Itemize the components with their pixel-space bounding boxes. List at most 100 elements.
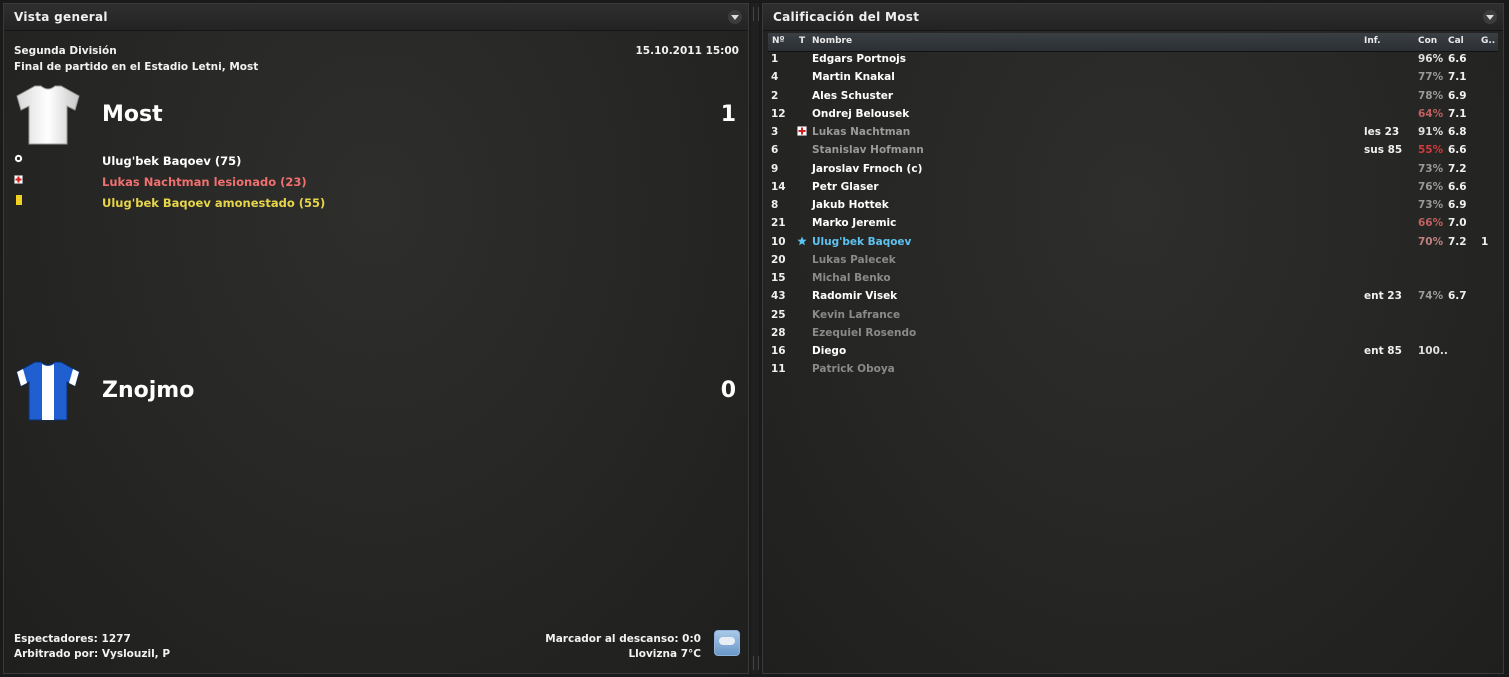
player-number: 25: [771, 308, 786, 321]
table-row[interactable]: 14 Petr Glaser 76% 6.6: [768, 178, 1498, 196]
player-name[interactable]: Martin Knakal: [812, 71, 895, 83]
player-rating: 6.6: [1448, 180, 1467, 193]
panel-splitter[interactable]: [751, 3, 759, 674]
player-rating: 6.6: [1448, 53, 1467, 65]
col-name-header[interactable]: Nombre: [812, 36, 852, 46]
overview-header: Vista general: [4, 4, 748, 31]
weather-text: Llovizna 7°C: [628, 648, 701, 660]
attendance-text: Espectadores: 1277: [14, 633, 131, 645]
player-condition: 55%: [1418, 144, 1444, 157]
table-row[interactable]: 1 Edgars Portnojs 96% 6.6: [768, 50, 1498, 68]
player-rating: 7.1: [1448, 107, 1467, 120]
player-number: 20: [771, 253, 786, 266]
player-name[interactable]: Ales Schuster: [812, 90, 893, 102]
player-number: 8: [771, 199, 779, 211]
table-row[interactable]: 16 Diego ent 85 100..: [768, 342, 1498, 360]
ratings-title: Calificación del Most: [773, 10, 920, 24]
col-number-header[interactable]: Nº: [772, 36, 785, 46]
event-goal-text: Ulug'bek Baqoev (75): [102, 154, 242, 168]
overview-menu-dropdown-icon[interactable]: [728, 10, 742, 24]
player-name[interactable]: Jakub Hottek: [812, 199, 889, 211]
table-row[interactable]: 10 Ulug'bek Baqoev 70% 7.2 1: [768, 233, 1498, 251]
player-name[interactable]: Radomir Visek: [812, 290, 897, 302]
ratings-header: Calificación del Most: [763, 4, 1503, 31]
table-row[interactable]: 4 Martin Knakal 77% 7.1: [768, 68, 1498, 86]
table-row[interactable]: 12 Ondrej Belousek 64% 7.1: [768, 105, 1498, 123]
player-name[interactable]: Stanislav Hofmann: [812, 144, 924, 156]
table-row[interactable]: 2 Ales Schuster 78% 6.9: [768, 87, 1498, 105]
home-team-name[interactable]: Most: [102, 102, 163, 127]
player-name[interactable]: Kevin Lafrance: [812, 309, 900, 321]
table-row[interactable]: 3 Lukas Nachtman les 23 91% 6.8: [768, 123, 1498, 141]
table-row[interactable]: 11 Patrick Oboya: [768, 360, 1498, 378]
home-shirt-icon: [16, 85, 80, 145]
ratings-menu-dropdown-icon[interactable]: [1483, 10, 1497, 24]
col-goals-header[interactable]: G..: [1481, 36, 1495, 46]
player-condition: 100..: [1418, 345, 1448, 357]
table-row[interactable]: 28 Ezequiel Rosendo: [768, 324, 1498, 342]
player-rating: 6.6: [1448, 144, 1467, 157]
player-number: 4: [771, 71, 779, 84]
player-info: ent 85: [1364, 345, 1402, 357]
player-condition: 70%: [1418, 235, 1444, 248]
splitter-grip-bottom[interactable]: [753, 656, 759, 670]
player-number: 21: [771, 217, 786, 230]
col-info-header[interactable]: Inf.: [1364, 36, 1381, 46]
col-condition-header[interactable]: Con: [1418, 36, 1437, 46]
player-number: 14: [771, 180, 786, 193]
col-type-header[interactable]: T: [799, 36, 805, 46]
player-name[interactable]: Lukas Nachtman: [812, 126, 910, 138]
player-number: 28: [771, 326, 786, 339]
overview-title: Vista general: [14, 10, 108, 24]
competition-label[interactable]: Segunda División: [14, 45, 117, 57]
table-row[interactable]: 43 Radomir Visek ent 23 74% 6.7: [768, 287, 1498, 305]
player-info: les 23: [1364, 126, 1400, 138]
away-team-score: 0: [720, 378, 736, 403]
team-ratings-panel: Calificación del Most Nº T Nombre Inf. C…: [762, 3, 1504, 674]
player-condition: 96%: [1418, 53, 1444, 65]
player-condition: 76%: [1418, 180, 1444, 193]
player-name[interactable]: Lukas Palecek: [812, 254, 896, 266]
table-row[interactable]: 6 Stanislav Hofmann sus 85 55% 6.6: [768, 141, 1498, 159]
player-goals: 1: [1481, 235, 1489, 248]
away-team-name[interactable]: Znojmo: [102, 378, 194, 403]
player-rating: 6.9: [1448, 89, 1467, 102]
player-number: 1: [771, 53, 779, 65]
table-row[interactable]: 20 Lukas Palecek: [768, 251, 1498, 269]
player-number: 10: [771, 235, 786, 248]
player-rating: 6.9: [1448, 199, 1467, 211]
table-row[interactable]: 8 Jakub Hottek 73% 6.9: [768, 196, 1498, 214]
player-condition: 73%: [1418, 162, 1444, 175]
table-row[interactable]: 21 Marko Jeremic 66% 7.0: [768, 214, 1498, 232]
player-name[interactable]: Petr Glaser: [812, 181, 879, 193]
player-condition: 91%: [1418, 126, 1444, 138]
player-name[interactable]: Michal Benko: [812, 272, 891, 284]
player-number: 9: [771, 162, 779, 175]
drizzle-weather-icon: [714, 630, 740, 656]
player-info: ent 23: [1364, 290, 1402, 303]
player-name[interactable]: Edgars Portnojs: [812, 53, 906, 65]
player-name[interactable]: Diego: [812, 345, 846, 357]
table-row[interactable]: 25 Kevin Lafrance: [768, 306, 1498, 324]
table-row[interactable]: 9 Jaroslav Frnoch (c) 73% 7.2: [768, 160, 1498, 178]
col-rating-header[interactable]: Cal: [1448, 36, 1464, 46]
player-name[interactable]: Ondrej Belousek: [812, 108, 909, 120]
star-icon: [797, 236, 807, 245]
referee-text: Arbitrado por: Vyslouzil, P: [14, 648, 171, 660]
player-name[interactable]: Ulug'bek Baqoev: [812, 236, 911, 248]
player-condition: 64%: [1418, 107, 1444, 120]
player-condition: 73%: [1418, 199, 1444, 211]
player-rating: 7.2: [1448, 162, 1467, 175]
player-name[interactable]: Marko Jeremic: [812, 217, 896, 229]
halftime-score-text: Marcador al descanso: 0:0: [545, 633, 701, 645]
player-number: 16: [771, 345, 786, 357]
player-number: 15: [771, 272, 786, 284]
away-shirt-icon: [16, 361, 80, 421]
table-row[interactable]: 15 Michal Benko: [768, 269, 1498, 287]
player-name[interactable]: Jaroslav Frnoch (c): [812, 163, 922, 175]
splitter-grip-top[interactable]: [753, 7, 759, 21]
home-team-score: 1: [720, 102, 736, 127]
player-name[interactable]: Ezequiel Rosendo: [812, 327, 916, 339]
player-name[interactable]: Patrick Oboya: [812, 363, 895, 375]
player-number: 11: [771, 363, 786, 376]
